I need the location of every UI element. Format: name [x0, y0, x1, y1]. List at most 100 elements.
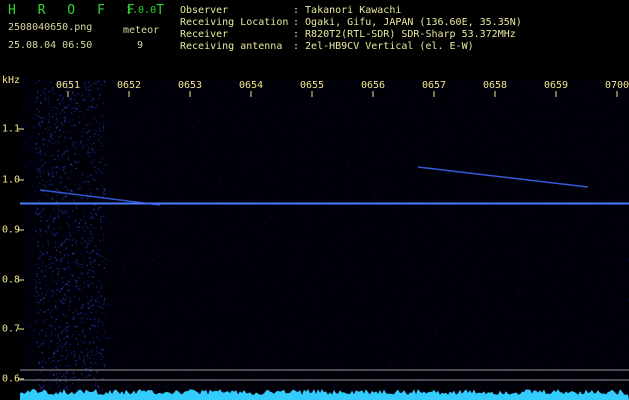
noise-dot	[533, 344, 535, 346]
noise-dot	[364, 227, 366, 229]
noise-dot	[219, 304, 221, 306]
noise-dot	[298, 206, 300, 208]
noise-dot	[51, 331, 53, 334]
noise-dot	[78, 297, 81, 300]
noise-dot	[571, 243, 573, 245]
noise-dot	[20, 177, 22, 179]
noise-dot	[484, 171, 486, 173]
noise-dot	[321, 216, 324, 218]
noise-dot	[369, 337, 371, 339]
noise-dot	[453, 84, 456, 86]
noise-dot	[330, 83, 332, 85]
noise-dot	[119, 220, 121, 223]
noise-dot	[72, 336, 74, 338]
noise-dot	[190, 308, 193, 311]
noise-dot	[62, 212, 64, 215]
noise-dot	[230, 151, 232, 153]
noise-dot	[65, 195, 67, 197]
noise-dot	[311, 150, 313, 152]
noise-dot	[95, 172, 97, 174]
noise-dot	[450, 353, 452, 355]
noise-dot	[382, 186, 384, 188]
noise-dot	[573, 262, 575, 264]
noise-dot	[335, 193, 337, 195]
noise-dot	[45, 128, 47, 130]
noise-dot	[262, 285, 264, 287]
noise-dot	[279, 191, 281, 193]
noise-dot	[514, 97, 516, 99]
noise-dot	[234, 348, 236, 350]
noise-dot	[156, 387, 158, 389]
noise-dot	[523, 272, 525, 274]
noise-dot	[164, 222, 166, 224]
noise-dot	[408, 337, 410, 339]
noise-dot	[307, 320, 309, 322]
noise-dot	[131, 152, 133, 155]
noise-dot	[133, 168, 135, 171]
noise-dot	[77, 313, 79, 315]
noise-dot	[23, 236, 25, 238]
noise-dot	[37, 213, 39, 216]
noise-dot	[619, 371, 621, 373]
noise-dot	[203, 180, 205, 182]
noise-dot	[75, 285, 77, 287]
noise-dot	[104, 106, 106, 109]
noise-dot	[45, 118, 47, 120]
noise-dot	[55, 201, 58, 203]
noise-dot	[620, 282, 622, 284]
noise-dot	[155, 122, 157, 124]
noise-dot	[85, 129, 87, 131]
noise-dot	[56, 382, 58, 384]
noise-dot	[102, 349, 104, 351]
noise-dot	[225, 386, 226, 387]
noise-dot	[46, 292, 48, 294]
noise-dot	[45, 194, 47, 196]
noise-dot	[338, 259, 340, 261]
noise-dot	[97, 140, 99, 142]
noise-dot	[107, 173, 109, 175]
noise-dot	[97, 83, 99, 85]
noise-dot	[471, 362, 473, 364]
noise-dot	[196, 305, 197, 306]
noise-dot	[553, 152, 555, 154]
noise-dot	[309, 103, 312, 105]
noise-dot	[612, 257, 614, 259]
noise-dot	[619, 111, 621, 113]
noise-dot	[364, 113, 367, 115]
noise-dot	[321, 259, 323, 261]
noise-dot	[41, 342, 43, 345]
noise-dot	[591, 88, 593, 90]
noise-dot	[282, 346, 284, 348]
noise-dot	[277, 282, 279, 284]
noise-dot	[366, 170, 368, 172]
noise-dot	[391, 231, 393, 234]
noise-dot	[134, 300, 137, 302]
noise-dot	[24, 95, 27, 97]
noise-dot	[526, 137, 527, 138]
noise-dot	[61, 288, 63, 291]
noise-dot	[409, 288, 411, 290]
noise-dot	[358, 255, 360, 257]
noise-dot	[30, 362, 33, 364]
noise-dot	[440, 112, 442, 114]
noise-dot	[203, 328, 205, 330]
noise-dot	[221, 233, 223, 235]
noise-dot	[426, 301, 429, 303]
noise-dot	[265, 89, 267, 91]
noise-dot	[93, 259, 96, 262]
noise-dot	[124, 354, 126, 356]
noise-dot	[457, 383, 459, 385]
noise-dot	[338, 344, 340, 346]
noise-dot	[140, 306, 142, 308]
noise-dot	[591, 145, 594, 147]
noise-dot	[249, 197, 251, 200]
noise-dot	[53, 228, 55, 230]
noise-dot	[76, 263, 79, 265]
noise-dot	[603, 245, 606, 247]
noise-dot	[542, 294, 544, 296]
noise-dot	[512, 101, 514, 103]
noise-dot	[77, 144, 79, 146]
noise-dot	[605, 366, 607, 368]
noise-dot	[588, 308, 590, 310]
noise-dot	[91, 348, 93, 350]
